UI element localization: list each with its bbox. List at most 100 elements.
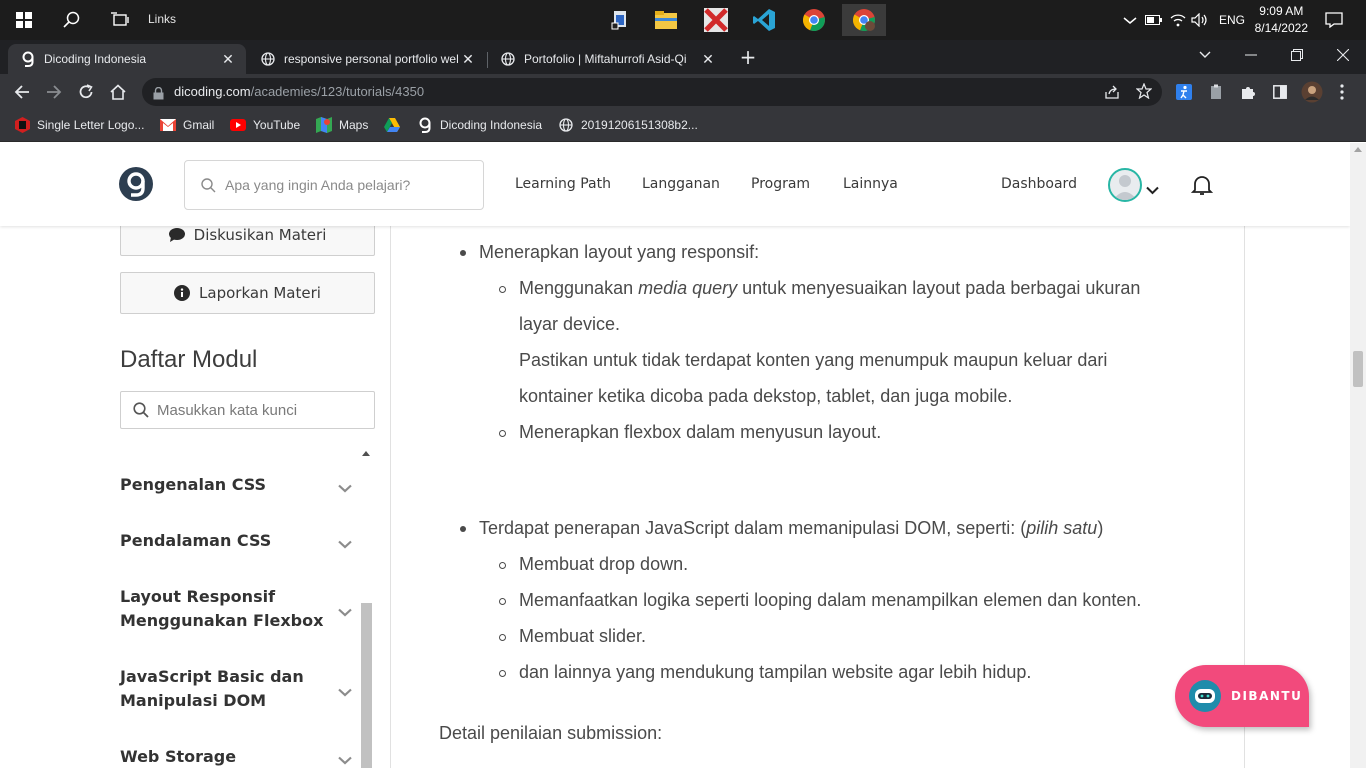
dicoding-logo[interactable]: [119, 167, 153, 201]
module-search-input[interactable]: Masukkan kata kunci: [120, 391, 375, 429]
scroll-up-arrow-icon[interactable]: [362, 451, 370, 456]
restore-icon[interactable]: [1274, 40, 1320, 70]
bookmark-label: Gmail: [183, 118, 215, 132]
emphasis-pilih-satu: pilih satu: [1026, 518, 1098, 538]
criteria-javascript-dom: Terdapat penerapan JavaScript dalam mema…: [479, 518, 1103, 539]
chrome-icon[interactable]: [794, 4, 834, 36]
report-material-button[interactable]: Laporkan Materi: [120, 272, 375, 314]
forward-arrow-icon[interactable]: [42, 80, 66, 104]
extensions-puzzle-icon[interactable]: [1236, 80, 1260, 104]
scroll-up-arrow-icon[interactable]: [1354, 147, 1362, 152]
hexagon-logo-icon: [14, 117, 30, 133]
nav-program[interactable]: Program: [751, 176, 810, 192]
notification-center-icon[interactable]: [1322, 8, 1346, 32]
bookmark-dicoding[interactable]: Dicoding Indonesia: [417, 117, 542, 133]
avatar[interactable]: [1108, 168, 1142, 202]
module-list-scrollbar[interactable]: [358, 445, 375, 768]
tab-search-icon[interactable]: [1182, 40, 1228, 70]
report-material-label: Laporkan Materi: [199, 284, 321, 302]
extension-clipboard-icon[interactable]: [1204, 80, 1228, 104]
site-search-input[interactable]: Apa yang ingin Anda pelajari?: [184, 160, 484, 210]
extension-accessibility-icon[interactable]: [1172, 80, 1196, 104]
chevron-down-icon[interactable]: [338, 476, 352, 500]
list-item: dan lainnya yang mendukung tampilan webs…: [519, 662, 1032, 682]
chevron-down-icon[interactable]: [338, 748, 352, 768]
module-pengenalan-css[interactable]: Pengenalan CSS: [120, 473, 352, 497]
module-list-scrollbar-thumb[interactable]: [361, 603, 372, 768]
address-bar[interactable]: dicoding.com/academies/123/tutorials/435…: [142, 78, 1162, 106]
bookmark-gmail[interactable]: Gmail: [160, 117, 214, 133]
youtube-icon: [230, 117, 246, 133]
emphasis-media-query: media query: [638, 278, 738, 298]
close-tab-icon[interactable]: ✕: [220, 51, 236, 68]
home-icon[interactable]: [106, 80, 130, 104]
reload-icon[interactable]: [74, 80, 98, 104]
bookmark-youtube[interactable]: YouTube: [230, 117, 300, 133]
battery-icon[interactable]: [1142, 8, 1166, 32]
module-web-storage[interactable]: Web Storage: [120, 745, 352, 768]
browser-toolbar: dicoding.com/academies/123/tutorials/435…: [0, 74, 1366, 110]
module-list: Pengenalan CSS Pendalaman CSS Layout Res…: [120, 443, 375, 768]
pinned-app-icon[interactable]: [600, 4, 640, 36]
page-viewport: Apa yang ingin Anda pelajari? Learning P…: [0, 143, 1350, 768]
new-tab-button[interactable]: +: [738, 45, 758, 69]
google-maps-icon: [316, 117, 332, 133]
comment-icon: [168, 228, 185, 242]
module-layout-responsif[interactable]: Layout Responsif Menggunakan Flexbox: [120, 585, 352, 633]
profile-avatar[interactable]: [1300, 80, 1324, 104]
task-view-icon[interactable]: [108, 8, 132, 32]
volume-icon[interactable]: [1188, 8, 1212, 32]
windows-taskbar: Links ENG 9:09 AM 8/14/2022: [0, 0, 1366, 40]
chrome-menu-icon[interactable]: [1330, 80, 1354, 104]
site-search-placeholder: Apa yang ingin Anda pelajari?: [225, 177, 411, 193]
chevron-down-icon[interactable]: [1146, 180, 1159, 199]
file-explorer-icon[interactable]: [646, 4, 686, 36]
chevron-down-icon[interactable]: [338, 600, 352, 624]
lock-icon[interactable]: [153, 85, 164, 104]
windows-start-icon[interactable]: [12, 8, 36, 32]
close-window-icon[interactable]: [1320, 40, 1366, 70]
module-pendalaman-css[interactable]: Pendalaman CSS: [120, 529, 352, 553]
input-language[interactable]: ENG: [1219, 0, 1245, 40]
bookmark-maps[interactable]: Maps: [316, 117, 368, 133]
nav-lainnya[interactable]: Lainnya: [843, 176, 898, 192]
list-item: Membuat drop down.: [519, 554, 689, 574]
vscode-icon[interactable]: [744, 4, 784, 36]
tab-portofolio[interactable]: Portofolio | Miftahurrofi Asid-Qi ✕: [488, 44, 726, 74]
tab-dicoding[interactable]: Dicoding Indonesia ✕: [8, 44, 246, 74]
xmind-icon[interactable]: [696, 4, 736, 36]
bookmark-image-link[interactable]: 20191206151308b2...: [558, 117, 698, 133]
module-javascript-basic[interactable]: JavaScript Basic dan Manipulasi DOM: [120, 665, 352, 713]
chevron-down-icon[interactable]: [338, 680, 352, 704]
page-scrollbar[interactable]: [1350, 143, 1366, 768]
back-arrow-icon[interactable]: [10, 80, 34, 104]
bullet-circle: [499, 430, 506, 437]
links-toolbar-label[interactable]: Links: [148, 12, 176, 26]
share-icon[interactable]: [1104, 84, 1120, 104]
minimize-icon[interactable]: [1228, 40, 1274, 70]
bookmark-single-letter-logo[interactable]: Single Letter Logo...: [14, 117, 144, 133]
chevron-down-icon[interactable]: [338, 532, 352, 556]
dicoding-icon: [417, 117, 433, 133]
bookmark-label: 20191206151308b2...: [581, 118, 698, 132]
nav-learning-path[interactable]: Learning Path: [515, 176, 611, 192]
side-panel-icon[interactable]: [1268, 80, 1292, 104]
system-clock[interactable]: 9:09 AM 8/14/2022: [1255, 3, 1308, 37]
close-tab-icon[interactable]: ✕: [460, 51, 476, 68]
close-tab-icon[interactable]: ✕: [700, 51, 716, 68]
bookmark-star-icon[interactable]: [1135, 82, 1153, 103]
tab-portfolio-search[interactable]: responsive personal portfolio wel ✕: [248, 44, 486, 74]
page-scrollbar-thumb[interactable]: [1353, 351, 1363, 387]
chrome-profile-icon[interactable]: [842, 4, 886, 36]
nav-dashboard[interactable]: Dashboard: [1001, 176, 1077, 192]
nav-langganan[interactable]: Langganan: [642, 176, 720, 192]
text-segment: untuk menyesuaikan layout pada berbagai …: [737, 278, 1141, 298]
help-chat-button[interactable]: DIBANTU: [1175, 665, 1309, 727]
chevron-up-icon[interactable]: [1118, 8, 1142, 32]
wifi-icon[interactable]: [1166, 8, 1190, 32]
search-icon[interactable]: [60, 8, 84, 32]
notification-bell-icon[interactable]: [1190, 174, 1214, 200]
info-icon: [174, 285, 191, 301]
bookmark-google-drive[interactable]: [384, 117, 407, 133]
text-segment: ): [1097, 518, 1104, 538]
